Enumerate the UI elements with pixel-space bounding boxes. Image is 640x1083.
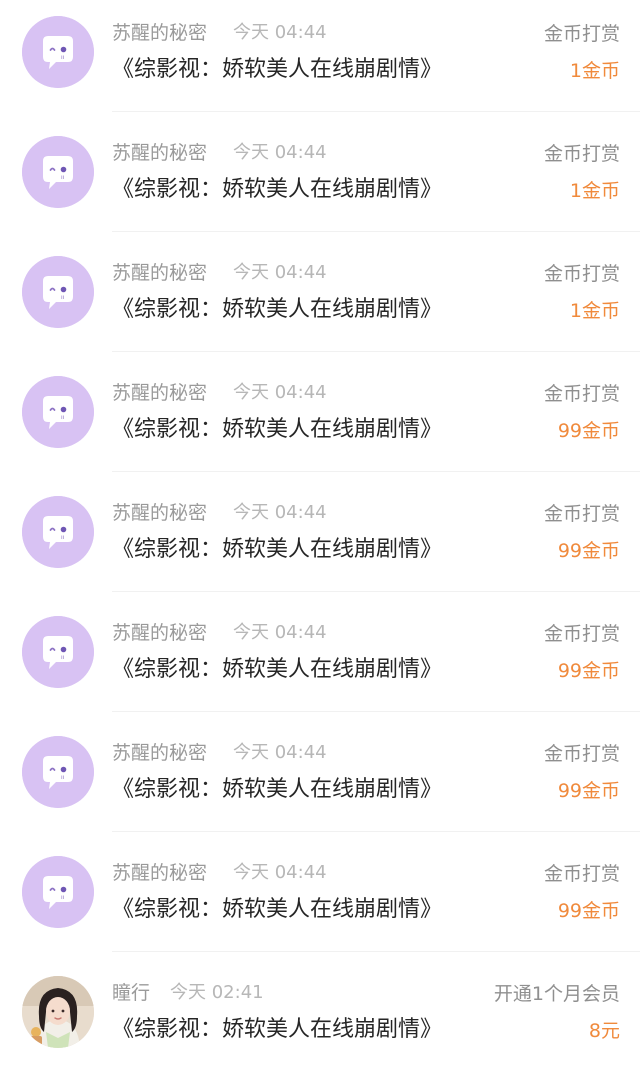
reward-amount: 99金币 <box>557 660 620 682</box>
reward-amount: 8元 <box>588 1020 620 1042</box>
book-title[interactable]: 《综影视：娇软美人在线崩剧情》 <box>112 1015 442 1045</box>
book-title[interactable]: 《综影视：娇软美人在线崩剧情》 <box>112 655 442 685</box>
reward-record-list: ıı 苏醒的秘密 今天 04:44 《综影视：娇软美人在线崩剧情》 金币打赏 1… <box>0 0 640 1083</box>
svg-text:ıı: ıı <box>61 54 65 61</box>
record-type: 金币打赏 <box>543 23 620 45</box>
user-avatar[interactable] <box>22 976 94 1048</box>
svg-text:ıı: ıı <box>61 534 65 541</box>
book-title[interactable]: 《综影视：娇软美人在线崩剧情》 <box>112 775 442 805</box>
user-name[interactable]: 苏醒的秘密 <box>112 501 207 525</box>
user-name[interactable]: 苏醒的秘密 <box>112 741 207 765</box>
reward-amount: 99金币 <box>557 900 620 922</box>
record-type: 金币打赏 <box>543 623 620 645</box>
record-type: 金币打赏 <box>543 263 620 285</box>
record-time: 今天 04:44 <box>233 22 327 43</box>
user-name[interactable]: 苏醒的秘密 <box>112 141 207 165</box>
record-type: 金币打赏 <box>543 863 620 885</box>
record-time: 今天 04:44 <box>233 262 327 283</box>
book-title[interactable]: 《综影视：娇软美人在线崩剧情》 <box>112 55 442 85</box>
list-item[interactable]: ıı 苏醒的秘密 今天 04:44 《综影视：娇软美人在线崩剧情》 金币打赏 1… <box>0 0 640 112</box>
list-item[interactable]: ıı 苏醒的秘密 今天 04:44 《综影视：娇软美人在线崩剧情》 金币打赏 1… <box>0 112 640 232</box>
mascot-icon[interactable]: ıı <box>22 376 94 448</box>
list-item[interactable]: ıı 苏醒的秘密 今天 04:44 《综影视：娇软美人在线崩剧情》 金币打赏 9… <box>0 832 640 952</box>
list-item[interactable]: ıı 苏醒的秘密 今天 04:44 《综影视：娇软美人在线崩剧情》 金币打赏 9… <box>0 352 640 472</box>
record-type: 金币打赏 <box>543 503 620 525</box>
svg-text:ıı: ıı <box>61 174 65 181</box>
book-title[interactable]: 《综影视：娇软美人在线崩剧情》 <box>112 295 442 325</box>
mascot-icon[interactable]: ıı <box>22 496 94 568</box>
mascot-icon[interactable]: ıı <box>22 736 94 808</box>
svg-text:ıı: ıı <box>61 654 65 661</box>
record-type: 金币打赏 <box>543 143 620 165</box>
record-time: 今天 04:44 <box>233 142 327 163</box>
user-name[interactable]: 苏醒的秘密 <box>112 861 207 885</box>
list-item[interactable]: ıı 苏醒的秘密 今天 04:44 《综影视：娇软美人在线崩剧情》 金币打赏 1… <box>0 232 640 352</box>
record-time: 今天 04:44 <box>233 862 327 883</box>
reward-amount: 99金币 <box>557 780 620 802</box>
reward-amount: 1金币 <box>569 60 620 82</box>
svg-text:ıı: ıı <box>61 774 65 781</box>
book-title[interactable]: 《综影视：娇软美人在线崩剧情》 <box>112 415 442 445</box>
record-type: 金币打赏 <box>543 383 620 405</box>
svg-text:ıı: ıı <box>61 894 65 901</box>
reward-amount: 1金币 <box>569 300 620 322</box>
user-name[interactable]: 瞳行 <box>112 981 150 1005</box>
book-title[interactable]: 《综影视：娇软美人在线崩剧情》 <box>112 175 442 205</box>
user-name[interactable]: 苏醒的秘密 <box>112 261 207 285</box>
user-name[interactable]: 苏醒的秘密 <box>112 21 207 45</box>
mascot-icon[interactable]: ıı <box>22 256 94 328</box>
record-time: 今天 04:44 <box>233 382 327 403</box>
mascot-icon[interactable]: ıı <box>22 136 94 208</box>
reward-amount: 1金币 <box>569 180 620 202</box>
record-type: 金币打赏 <box>543 743 620 765</box>
svg-text:ıı: ıı <box>61 414 65 421</box>
mascot-icon[interactable]: ıı <box>22 16 94 88</box>
user-name[interactable]: 苏醒的秘密 <box>112 381 207 405</box>
book-title[interactable]: 《综影视：娇软美人在线崩剧情》 <box>112 895 442 925</box>
reward-amount: 99金币 <box>557 540 620 562</box>
record-time: 今天 04:44 <box>233 502 327 523</box>
mascot-icon[interactable]: ıı <box>22 856 94 928</box>
record-type: 开通1个月会员 <box>493 983 620 1005</box>
list-item[interactable]: ıı 苏醒的秘密 今天 04:44 《综影视：娇软美人在线崩剧情》 金币打赏 9… <box>0 472 640 592</box>
list-item[interactable]: ıı 苏醒的秘密 今天 04:44 《综影视：娇软美人在线崩剧情》 金币打赏 9… <box>0 712 640 832</box>
list-item[interactable]: ıı 苏醒的秘密 今天 04:44 《综影视：娇软美人在线崩剧情》 金币打赏 9… <box>0 592 640 712</box>
svg-text:ıı: ıı <box>61 294 65 301</box>
list-item[interactable]: 瞳行 今天 02:41 《综影视：娇软美人在线崩剧情》 开通1个月会员 8元 <box>0 952 640 1083</box>
record-time: 今天 02:41 <box>170 982 264 1003</box>
book-title[interactable]: 《综影视：娇软美人在线崩剧情》 <box>112 535 442 565</box>
record-time: 今天 04:44 <box>233 622 327 643</box>
record-time: 今天 04:44 <box>233 742 327 763</box>
user-name[interactable]: 苏醒的秘密 <box>112 621 207 645</box>
mascot-icon[interactable]: ıı <box>22 616 94 688</box>
reward-amount: 99金币 <box>557 420 620 442</box>
